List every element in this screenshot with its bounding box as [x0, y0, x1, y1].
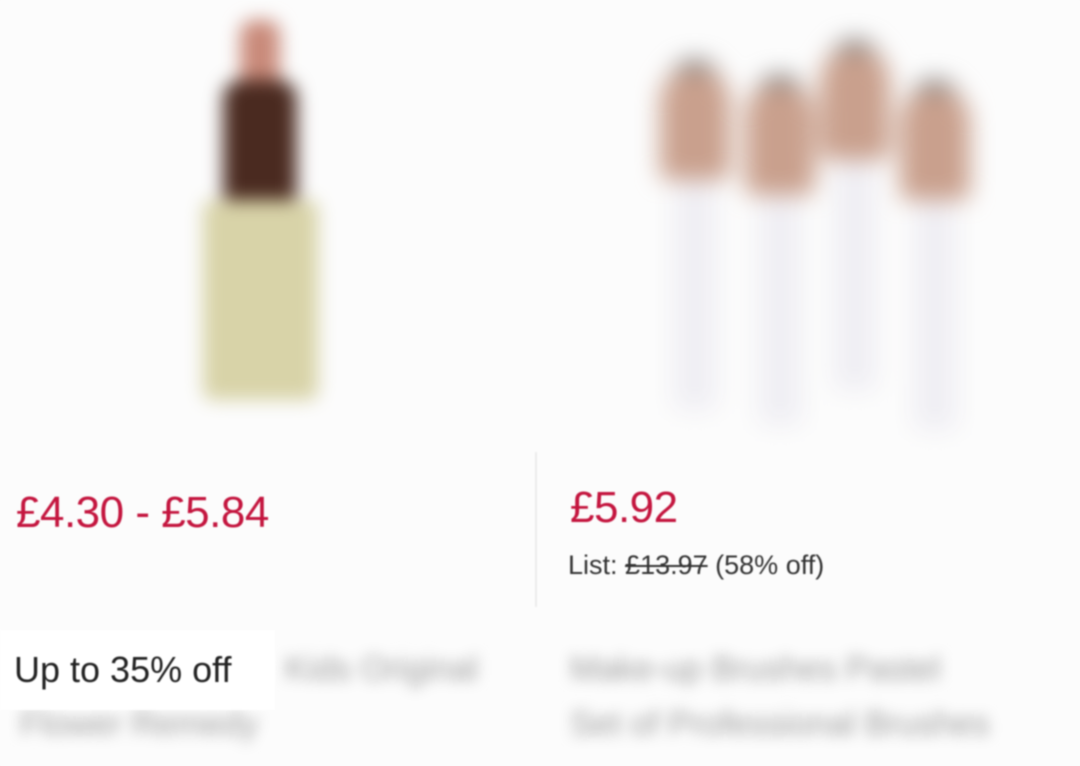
- deal-badge: Up to 35% off: [0, 630, 275, 710]
- list-label: List:: [568, 550, 618, 580]
- product-grid: £4.30 - £5.84 Up to 35% off Kids Origina…: [0, 0, 1080, 766]
- product-title-line[interactable]: Flower Remedy: [20, 705, 258, 744]
- bottle-icon: [185, 20, 345, 410]
- product-title-line[interactable]: Set of Professional Brushes: [570, 705, 990, 744]
- product-price: £4.30 - £5.84: [16, 488, 269, 537]
- product-price: £5.92: [570, 483, 678, 532]
- product-card[interactable]: £5.92 List: £13.97 (58% off) Make-up Bru…: [540, 0, 1080, 766]
- product-image[interactable]: [0, 0, 535, 420]
- product-title-line[interactable]: Kids Original: [285, 650, 478, 689]
- card-divider: [535, 452, 537, 607]
- product-image[interactable]: [540, 0, 1080, 430]
- discount-percent: (58% off): [715, 550, 825, 580]
- product-title-line[interactable]: Make-up Brushes Pastel: [570, 650, 940, 689]
- list-price-line: List: £13.97 (58% off): [568, 550, 824, 581]
- makeup-brushes-icon: [650, 30, 990, 430]
- list-price: £13.97: [625, 550, 708, 580]
- product-card[interactable]: £4.30 - £5.84 Up to 35% off Kids Origina…: [0, 0, 535, 766]
